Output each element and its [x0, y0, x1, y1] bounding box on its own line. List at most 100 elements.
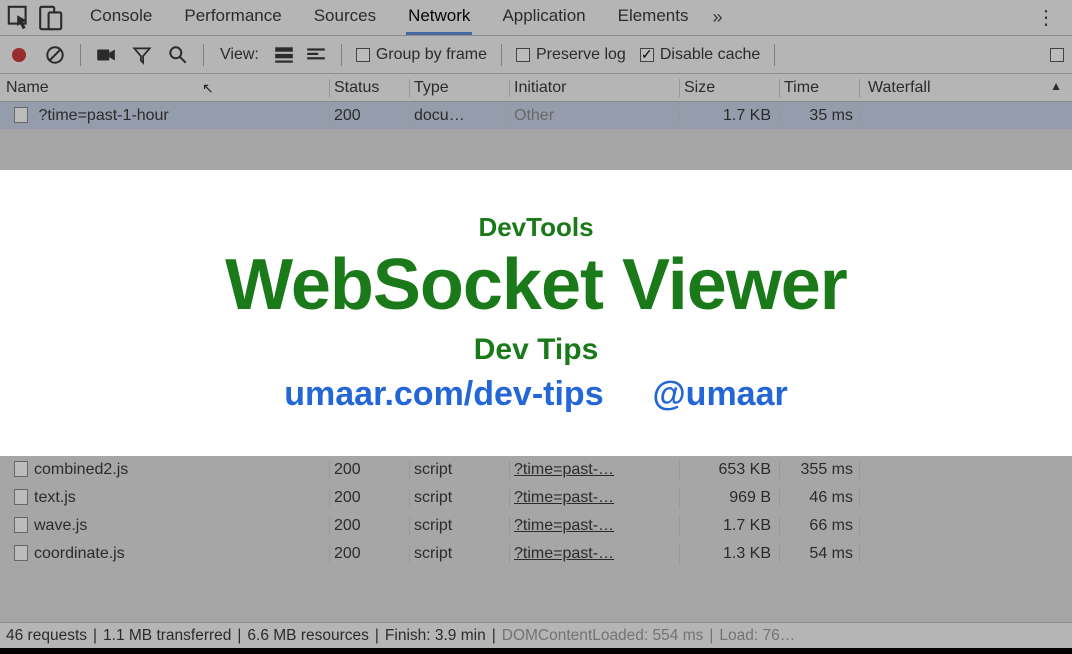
col-initiator[interactable]: Initiator: [510, 79, 680, 97]
col-size[interactable]: Size: [680, 79, 780, 97]
tab-application[interactable]: Application: [500, 0, 587, 35]
status-finish: Finish: 3.9 min: [385, 627, 486, 645]
overlay-handle[interactable]: @umaar: [653, 375, 788, 413]
file-icon: [14, 517, 28, 533]
table-row[interactable]: text.js 200 script ?time=past-… 969 B 46…: [0, 484, 1072, 512]
cell-type: docu…: [410, 107, 510, 125]
table-row[interactable]: combined2.js 200 script ?time=past-… 653…: [0, 456, 1072, 484]
cell-name: ?time=past-1-hour: [0, 107, 330, 125]
divider: [501, 44, 502, 66]
file-icon: [14, 489, 28, 505]
overlay-url[interactable]: umaar.com/dev-tips: [284, 375, 603, 413]
table-row[interactable]: wave.js 200 script ?time=past-… 1.7 KB 6…: [0, 512, 1072, 540]
status-requests: 46 requests: [6, 627, 87, 645]
cell-type: script: [410, 517, 510, 535]
group-by-frame-label: Group by frame: [376, 46, 487, 64]
cell-initiator[interactable]: ?time=past-…: [510, 461, 680, 479]
col-time[interactable]: Time: [780, 79, 860, 97]
filter-icon[interactable]: [131, 44, 153, 66]
bottom-border: [0, 648, 1072, 654]
col-name[interactable]: Name: [0, 79, 330, 97]
cell-type: script: [410, 489, 510, 507]
device-toggle-icon[interactable]: [36, 4, 64, 32]
record-button[interactable]: [8, 44, 30, 66]
preserve-log-label: Preserve log: [536, 46, 626, 64]
cell-initiator[interactable]: ?time=past-…: [510, 517, 680, 535]
disable-cache-checkbox[interactable]: Disable cache: [640, 46, 761, 64]
more-tabs-icon[interactable]: »: [712, 7, 722, 28]
large-rows-icon[interactable]: [273, 44, 295, 66]
camera-icon[interactable]: [95, 44, 117, 66]
checkbox-icon: [356, 48, 370, 62]
overlay-line1: DevTools: [478, 212, 593, 243]
tab-console[interactable]: Console: [88, 0, 154, 35]
cell-initiator[interactable]: ?time=past-…: [510, 545, 680, 563]
overlay-links: umaar.com/dev-tips @umaar: [284, 375, 787, 414]
cell-initiator[interactable]: ?time=past-…: [510, 489, 680, 507]
cell-name: text.js: [0, 489, 330, 507]
cell-size: 969 B: [680, 489, 780, 507]
file-icon: [14, 461, 28, 477]
cell-size: 1.7 KB: [680, 517, 780, 535]
cell-status: 200: [330, 489, 410, 507]
devtools-upper: Console Performance Sources Network Appl…: [0, 0, 1072, 170]
tab-sources[interactable]: Sources: [312, 0, 378, 35]
cell-size: 1.7 KB: [680, 107, 780, 125]
status-transferred: 1.1 MB transferred: [103, 627, 231, 645]
cell-status: 200: [330, 107, 410, 125]
cell-size: 1.3 KB: [680, 545, 780, 563]
network-table-body-bottom: combined2.js 200 script ?time=past-… 653…: [0, 456, 1072, 568]
tab-network[interactable]: Network: [406, 0, 472, 35]
tab-performance[interactable]: Performance: [182, 0, 283, 35]
cell-name: combined2.js: [0, 461, 330, 479]
preserve-log-checkbox[interactable]: Preserve log: [516, 46, 626, 64]
file-icon: [14, 107, 28, 123]
devtools-tabbar: Console Performance Sources Network Appl…: [0, 0, 1072, 36]
cell-name: coordinate.js: [0, 545, 330, 563]
checkbox-icon: [1050, 48, 1064, 62]
checkbox-icon: [640, 48, 654, 62]
checkbox-icon: [516, 48, 530, 62]
view-icons: [273, 44, 327, 66]
cell-status: 200: [330, 517, 410, 535]
cell-status: 200: [330, 545, 410, 563]
cell-type: script: [410, 461, 510, 479]
devtools-lower: combined2.js 200 script ?time=past-… 653…: [0, 456, 1072, 622]
divider: [80, 44, 81, 66]
cell-initiator: Other: [510, 107, 680, 125]
divider: [203, 44, 204, 66]
tab-elements[interactable]: Elements: [616, 0, 691, 35]
status-load: Load: 76…: [719, 627, 795, 645]
col-waterfall[interactable]: Waterfall ▲: [860, 79, 1072, 97]
cell-time: 35 ms: [780, 107, 860, 125]
cell-status: 200: [330, 461, 410, 479]
cell-time: 66 ms: [780, 517, 860, 535]
table-row[interactable]: ?time=past-1-hour 200 docu… Other 1.7 KB…: [0, 102, 1072, 130]
kebab-menu-icon[interactable]: ⋮: [1036, 5, 1056, 30]
inspect-icon[interactable]: [6, 4, 34, 32]
small-rows-icon[interactable]: [305, 44, 327, 66]
disable-cache-label: Disable cache: [660, 46, 761, 64]
table-row[interactable]: coordinate.js 200 script ?time=past-… 1.…: [0, 540, 1072, 568]
cell-name: wave.js: [0, 517, 330, 535]
search-icon[interactable]: [167, 44, 189, 66]
offline-checkbox-partial[interactable]: [1050, 48, 1064, 62]
title-overlay: DevTools WebSocket Viewer Dev Tips umaar…: [0, 170, 1072, 456]
col-status[interactable]: Status: [330, 79, 410, 97]
cell-time: 54 ms: [780, 545, 860, 563]
view-label: View:: [220, 46, 259, 64]
cell-time: 355 ms: [780, 461, 860, 479]
network-toolbar: View: Group by frame Preserve log Disabl…: [0, 36, 1072, 74]
panel-tabs: Console Performance Sources Network Appl…: [88, 0, 690, 35]
cell-type: script: [410, 545, 510, 563]
cell-time: 46 ms: [780, 489, 860, 507]
group-by-frame-checkbox[interactable]: Group by frame: [356, 46, 487, 64]
cell-size: 653 KB: [680, 461, 780, 479]
network-statusbar: 46 requests | 1.1 MB transferred | 6.6 M…: [0, 622, 1072, 648]
divider: [774, 44, 775, 66]
network-table-header: Name Status Type Initiator Size Time Wat…: [0, 74, 1072, 102]
clear-button[interactable]: [44, 44, 66, 66]
network-table-body-top: ?time=past-1-hour 200 docu… Other 1.7 KB…: [0, 102, 1072, 130]
col-type[interactable]: Type: [410, 79, 510, 97]
status-domcontentloaded: DOMContentLoaded: 554 ms: [502, 627, 704, 645]
